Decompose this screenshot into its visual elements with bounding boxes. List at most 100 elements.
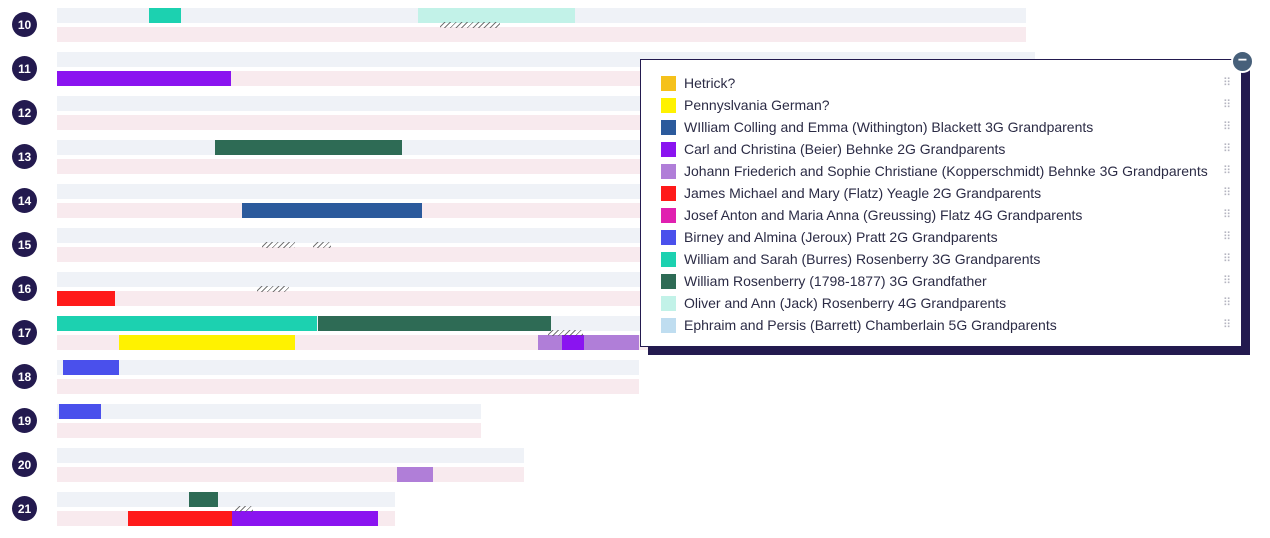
dna-segment[interactable]: [119, 335, 272, 350]
chromosome-row: 10: [0, 8, 1040, 52]
dna-segment[interactable]: [63, 360, 119, 375]
legend-label: Hetrick?: [684, 75, 736, 91]
drag-handle-icon[interactable]: ⠿: [1222, 252, 1232, 266]
paternal-strand[interactable]: [57, 360, 639, 375]
chromosome-number-badge: 18: [12, 364, 37, 389]
dna-segment[interactable]: [57, 316, 104, 331]
chromosome-number-badge: 10: [12, 12, 37, 37]
dna-segment[interactable]: [149, 8, 181, 23]
dna-segment[interactable]: [59, 404, 101, 419]
dna-segment[interactable]: [538, 335, 562, 350]
drag-handle-icon[interactable]: ⠿: [1222, 164, 1232, 178]
legend-item[interactable]: William Rosenberry (1798-1877) 3G Grandf…: [661, 271, 987, 291]
maternal-strand[interactable]: [57, 467, 524, 482]
paternal-strand[interactable]: [57, 404, 481, 419]
legend-item[interactable]: Ephraim and Persis (Barrett) Chamberlain…: [661, 315, 1057, 335]
dna-segment[interactable]: [232, 511, 378, 526]
maternal-strand[interactable]: [57, 27, 1026, 42]
drag-handle-icon[interactable]: ⠿: [1222, 186, 1232, 200]
dna-segment[interactable]: [335, 140, 402, 155]
chromosome-number-badge: 20: [12, 452, 37, 477]
legend-color-swatch: [661, 141, 676, 157]
dna-segment[interactable]: [144, 71, 231, 86]
paternal-strand[interactable]: [57, 448, 524, 463]
legend-item[interactable]: Josef Anton and Maria Anna (Greussing) F…: [661, 205, 1082, 225]
drag-handle-icon[interactable]: ⠿: [1222, 142, 1232, 156]
legend-color-swatch: [661, 207, 676, 223]
legend-label: Josef Anton and Maria Anna (Greussing) F…: [684, 207, 1083, 223]
chromosome-number-badge: 16: [12, 276, 37, 301]
dna-segment[interactable]: [242, 203, 422, 218]
legend-color-swatch: [661, 97, 676, 113]
chromosome-number-badge: 19: [12, 408, 37, 433]
legend-item[interactable]: Johann Friederich and Sophie Christiane …: [661, 161, 1208, 181]
legend-item[interactable]: William and Sarah (Burres) Rosenberry 3G…: [661, 249, 1040, 269]
overlap-hatch-marker: [257, 286, 289, 292]
dna-segment[interactable]: [397, 467, 433, 482]
legend-label: WIlliam Colling and Emma (Withington) Bl…: [684, 119, 1094, 135]
chromosome-row: 21: [0, 492, 1040, 536]
dna-segment[interactable]: [562, 335, 584, 350]
legend-color-swatch: [661, 163, 676, 179]
legend-label: James Michael and Mary (Flatz) Yeagle 2G…: [684, 185, 1042, 201]
legend-item[interactable]: Birney and Almina (Jeroux) Pratt 2G Gran…: [661, 227, 998, 247]
dna-segment[interactable]: [211, 316, 317, 331]
dna-segment[interactable]: [215, 140, 248, 155]
paternal-strand[interactable]: [57, 8, 1026, 23]
drag-handle-icon[interactable]: ⠿: [1222, 76, 1232, 90]
legend-item[interactable]: Carl and Christina (Beier) Behnke 2G Gra…: [661, 139, 1005, 159]
dna-segment[interactable]: [272, 335, 295, 350]
drag-handle-icon[interactable]: ⠿: [1222, 98, 1232, 112]
legend-item[interactable]: Pennyslvania German?: [661, 95, 830, 115]
legend-color-swatch: [661, 273, 676, 289]
legend-label: Birney and Almina (Jeroux) Pratt 2G Gran…: [684, 229, 998, 245]
dna-segment[interactable]: [248, 140, 335, 155]
drag-handle-icon[interactable]: ⠿: [1222, 296, 1232, 310]
overlap-hatch-marker: [440, 22, 500, 28]
dna-segment[interactable]: [128, 511, 232, 526]
legend-label: Ephraim and Persis (Barrett) Chamberlain…: [684, 317, 1057, 333]
legend-color-swatch: [661, 317, 676, 333]
chromosome-row: 18: [0, 360, 1040, 404]
legend-item[interactable]: James Michael and Mary (Flatz) Yeagle 2G…: [661, 183, 1041, 203]
paternal-strand[interactable]: [57, 492, 395, 507]
dna-segment[interactable]: [318, 316, 551, 331]
overlap-hatch-marker: [262, 242, 295, 248]
dna-segment[interactable]: [104, 316, 211, 331]
drag-handle-icon[interactable]: ⠿: [1222, 208, 1232, 222]
drag-handle-icon[interactable]: ⠿: [1222, 318, 1232, 332]
legend-color-swatch: [661, 75, 676, 91]
chromosome-row: 20: [0, 448, 1040, 492]
dna-segment[interactable]: [57, 291, 115, 306]
legend-color-swatch: [661, 251, 676, 267]
legend-color-swatch: [661, 229, 676, 245]
legend-color-swatch: [661, 185, 676, 201]
collapse-legend-button[interactable]: −: [1231, 50, 1254, 73]
legend-item[interactable]: Hetrick?: [661, 73, 735, 93]
legend-color-swatch: [661, 295, 676, 311]
dna-segment[interactable]: [418, 8, 575, 23]
dna-segment[interactable]: [584, 335, 639, 350]
chromosome-number-badge: 11: [12, 56, 37, 81]
legend-label: William and Sarah (Burres) Rosenberry 3G…: [684, 251, 1041, 267]
dna-segment[interactable]: [57, 71, 144, 86]
legend-item[interactable]: WIlliam Colling and Emma (Withington) Bl…: [661, 117, 1093, 137]
drag-handle-icon[interactable]: ⠿: [1222, 230, 1232, 244]
dna-segment[interactable]: [189, 492, 218, 507]
overlap-hatch-marker: [313, 242, 331, 248]
chromosome-number-badge: 13: [12, 144, 37, 169]
chromosome-number-badge: 21: [12, 496, 37, 521]
legend-panel: Hetrick? ⠿ Pennyslvania German? ⠿ WIlliam Co…: [640, 59, 1242, 347]
chromosome-row: 19: [0, 404, 1040, 448]
legend-item[interactable]: Oliver and Ann (Jack) Rosenberry 4G Gran…: [661, 293, 1006, 313]
overlap-hatch-marker: [235, 506, 253, 512]
drag-handle-icon[interactable]: ⠿: [1222, 274, 1232, 288]
maternal-strand[interactable]: [57, 423, 481, 438]
chromosome-number-badge: 15: [12, 232, 37, 257]
maternal-strand[interactable]: [57, 511, 395, 526]
drag-handle-icon[interactable]: ⠿: [1222, 120, 1232, 134]
overlap-hatch-marker: [548, 330, 583, 336]
legend-color-swatch: [661, 119, 676, 135]
maternal-strand[interactable]: [57, 379, 639, 394]
legend-label: Pennyslvania German?: [684, 97, 830, 113]
